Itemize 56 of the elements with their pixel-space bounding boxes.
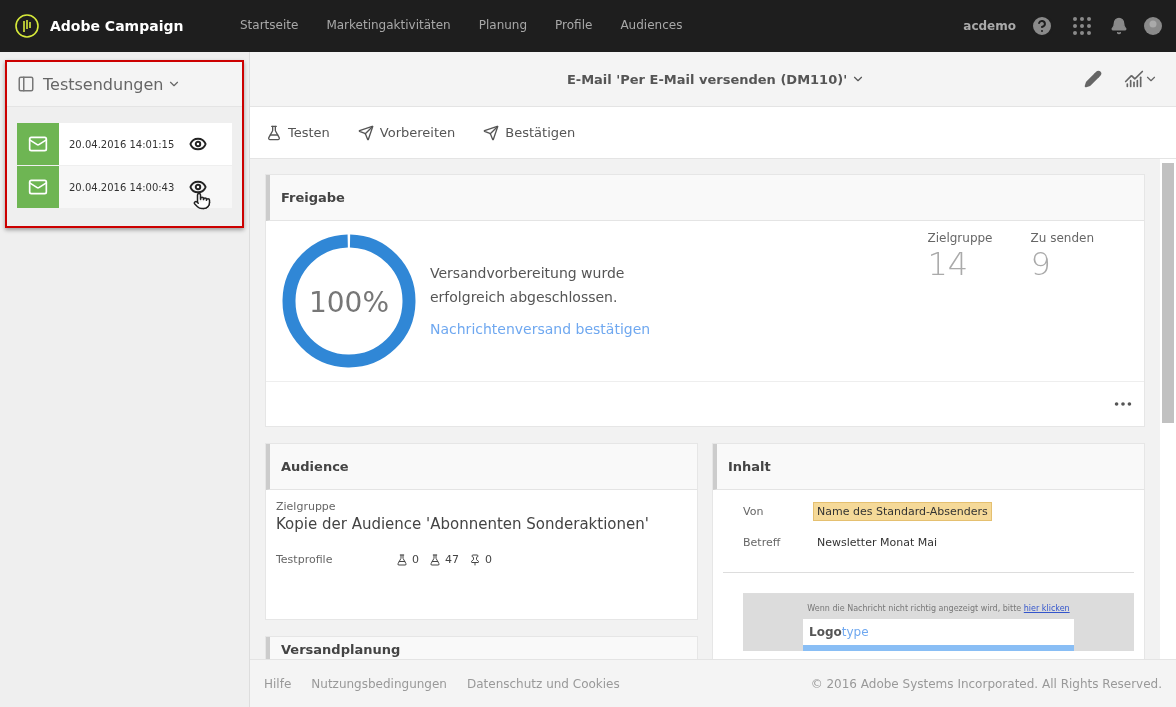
panel-icon (17, 75, 35, 93)
paper-plane-icon (357, 124, 374, 141)
field-label: Von (743, 505, 765, 518)
stat-label: Zielgruppe (927, 231, 993, 245)
scrollbar[interactable] (1160, 159, 1176, 659)
copyright: © 2016 Adobe Systems Incorporated. All Rights Reserved. (810, 676, 1162, 691)
card-title: Versandplanung (266, 637, 697, 659)
card-title: Freigabe (266, 175, 1144, 221)
card-title: Inhalt (713, 444, 1144, 490)
mail-icon (17, 166, 59, 208)
preview-notice: Wenn die Nachricht nicht richtig angezeigt wird, bitte hier klicken (807, 604, 1070, 613)
profile-count: 0 (396, 553, 419, 566)
nav-link[interactable]: Audiences (620, 18, 683, 34)
send-date: 20.04.2016 14:00:43 (69, 181, 176, 193)
flask-icon (266, 124, 282, 141)
status-message: Versandvorbereitung wurde erfolgreich abgeschlossen. (430, 264, 626, 307)
preview-icon[interactable] (189, 135, 207, 153)
nav-link[interactable]: Startseite (240, 18, 299, 34)
field-value: Name des Standard-Absenders (813, 502, 992, 521)
preview-link[interactable]: hier klicken (1023, 604, 1070, 613)
avatar-icon[interactable] (1144, 17, 1162, 35)
edit-icon[interactable] (1084, 70, 1102, 88)
profile-count: 47 (429, 553, 459, 566)
logo-icon (14, 13, 40, 39)
field-value: Newsletter Monat Mai (816, 535, 938, 551)
toolbar-button[interactable]: Testen (266, 124, 330, 141)
field-label: Zielgruppe (276, 500, 337, 513)
field-label: Testprofile (276, 553, 334, 566)
stat-value: 9 (1030, 245, 1052, 283)
nav-link[interactable]: Planung (478, 18, 528, 34)
send-date: 20.04.2016 14:01:15 (69, 138, 176, 150)
cursor-hand-icon (193, 192, 211, 210)
nav-link[interactable]: Marketingaktivitäten (326, 18, 451, 34)
logo-text: Logotype (803, 619, 1074, 651)
help-icon[interactable] (1030, 14, 1054, 38)
mail-icon (17, 123, 59, 165)
chart-icon[interactable] (1124, 69, 1144, 89)
bell-icon[interactable] (1110, 17, 1128, 35)
preview-icon[interactable] (189, 178, 207, 196)
toolbar-button[interactable]: Bestätigen (483, 124, 576, 141)
test-send-item[interactable]: 20.04.2016 14:00:43 (17, 166, 232, 208)
field-label: Betreff (743, 536, 782, 549)
test-send-item[interactable]: 20.04.2016 14:01:15 (17, 123, 232, 165)
audience-name: Kopie der Audience 'Abonnenten Sonderaktionen' (276, 515, 650, 533)
stat-label: Zu senden (1030, 231, 1094, 245)
progress-percent: 100% (308, 286, 390, 319)
toolbar-button[interactable]: Vorbereiten (357, 124, 456, 141)
apps-icon[interactable] (1070, 14, 1094, 38)
nav-link[interactable]: Profile (555, 18, 593, 34)
stat-value: 14 (927, 245, 970, 283)
card-title: Audience (266, 444, 697, 490)
user-name[interactable]: acdemo (963, 19, 1016, 33)
profile-count: 0 (469, 553, 492, 566)
paper-plane-icon (483, 124, 500, 141)
delivery-title-dropdown[interactable]: E-Mail 'Per E-Mail versenden (DM110)' (560, 70, 872, 88)
app-title: Adobe Campaign (50, 18, 185, 34)
